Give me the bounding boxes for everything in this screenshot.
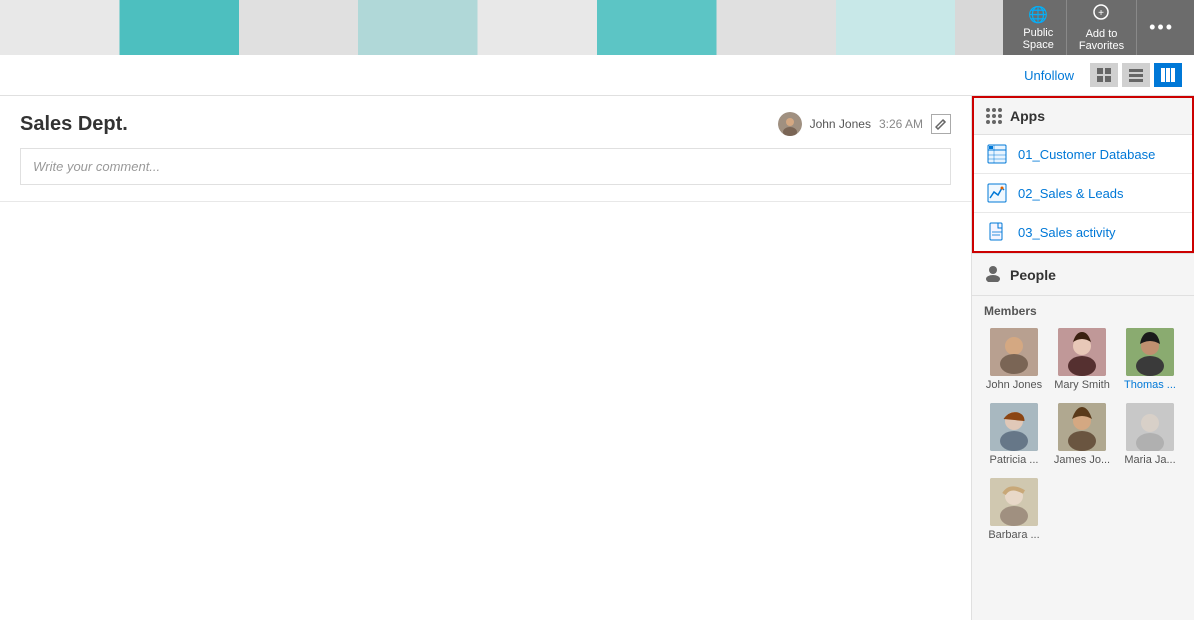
member-avatar-barbara xyxy=(990,478,1038,526)
post-meta: John Jones 3:26 AM xyxy=(778,112,951,136)
member-name-mary-smith: Mary Smith xyxy=(1054,379,1110,391)
column-view-button[interactable] xyxy=(1154,63,1182,87)
apps-section: Apps 01_Customer Database xyxy=(972,96,1194,253)
person-icon xyxy=(984,264,1002,285)
post-section: Sales Dept. John Jones 3:26 AM xyxy=(0,96,971,202)
grid-view-button[interactable] xyxy=(1090,63,1118,87)
apps-grid-icon xyxy=(986,108,1002,124)
apps-section-title: Apps xyxy=(1010,108,1045,124)
member-john-jones[interactable]: John Jones xyxy=(984,328,1044,391)
app-item-customer-database[interactable]: 01_Customer Database xyxy=(974,135,1192,174)
sidebar: Apps 01_Customer Database xyxy=(972,96,1194,620)
people-section-header: People xyxy=(972,253,1194,296)
edit-button[interactable] xyxy=(931,114,951,134)
comment-input[interactable]: Write your comment... xyxy=(20,148,951,185)
header-actions-bar: 🌐 Public Space + Add to Favorites ••• xyxy=(1003,0,1194,55)
comment-placeholder: Write your comment... xyxy=(33,159,160,174)
add-to-favorites-button[interactable]: + Add to Favorites xyxy=(1067,0,1137,55)
member-name-patricia: Patricia ... xyxy=(990,454,1039,466)
app-item-sales-leads[interactable]: 02_Sales & Leads xyxy=(974,174,1192,213)
people-section-title: People xyxy=(1010,267,1056,283)
member-thomas[interactable]: Thomas ... xyxy=(1120,328,1180,391)
content-area: Sales Dept. John Jones 3:26 AM xyxy=(0,96,972,620)
apps-section-header: Apps xyxy=(974,98,1192,135)
add-to-favorites-label: Add to Favorites xyxy=(1079,28,1124,52)
main-layout: Sales Dept. John Jones 3:26 AM xyxy=(0,96,1194,620)
toolbar-row: Unfollow xyxy=(0,55,1194,96)
members-label: Members xyxy=(972,296,1194,322)
member-avatar-maria xyxy=(1126,403,1174,451)
member-name-maria: Maria Ja... xyxy=(1124,454,1175,466)
member-name-thomas: Thomas ... xyxy=(1124,379,1176,391)
member-maria[interactable]: Maria Ja... xyxy=(1120,403,1180,466)
member-barbara[interactable]: Barbara ... xyxy=(984,478,1044,541)
members-row-1: John Jones Mary Smith xyxy=(972,322,1194,397)
svg-text:+: + xyxy=(1099,8,1105,19)
public-space-button[interactable]: 🌐 Public Space xyxy=(1011,0,1067,55)
member-name-john-jones: John Jones xyxy=(986,379,1042,391)
header-banner: 🌐 Public Space + Add to Favorites ••• xyxy=(0,0,1194,55)
chart-icon xyxy=(986,182,1008,204)
post-title: Sales Dept. xyxy=(20,113,778,136)
member-patricia[interactable]: Patricia ... xyxy=(984,403,1044,466)
unfollow-button[interactable]: Unfollow xyxy=(1024,68,1074,83)
more-options-button[interactable]: ••• xyxy=(1137,0,1186,55)
members-row-2: Patricia ... James Jo... xyxy=(972,397,1194,472)
member-name-james: James Jo... xyxy=(1054,454,1110,466)
member-name-barbara: Barbara ... xyxy=(988,529,1039,541)
more-options-icon: ••• xyxy=(1149,17,1174,38)
members-row-3: Barbara ... xyxy=(972,472,1194,547)
author-avatar xyxy=(778,112,802,136)
app1-name: 01_Customer Database xyxy=(1018,147,1155,162)
app2-name: 02_Sales & Leads xyxy=(1018,186,1124,201)
globe-icon: 🌐 xyxy=(1028,5,1048,25)
doc-icon xyxy=(986,221,1008,243)
table-icon xyxy=(986,143,1008,165)
member-avatar-james xyxy=(1058,403,1106,451)
member-avatar-patricia xyxy=(990,403,1038,451)
view-toggle xyxy=(1090,63,1182,87)
member-james[interactable]: James Jo... xyxy=(1052,403,1112,466)
app3-name: 03_Sales activity xyxy=(1018,225,1116,240)
author-name: John Jones xyxy=(810,117,871,131)
public-space-label: Public Space xyxy=(1023,27,1054,51)
member-avatar-thomas xyxy=(1126,328,1174,376)
people-section: People Members John Jones xyxy=(972,253,1194,547)
post-header: Sales Dept. John Jones 3:26 AM xyxy=(20,112,951,136)
member-avatar-john-jones xyxy=(990,328,1038,376)
post-timestamp: 3:26 AM xyxy=(879,117,923,131)
star-icon: + xyxy=(1092,3,1110,26)
app-item-sales-activity[interactable]: 03_Sales activity xyxy=(974,213,1192,251)
list-view-button[interactable] xyxy=(1122,63,1150,87)
member-mary-smith[interactable]: Mary Smith xyxy=(1052,328,1112,391)
member-avatar-mary-smith xyxy=(1058,328,1106,376)
